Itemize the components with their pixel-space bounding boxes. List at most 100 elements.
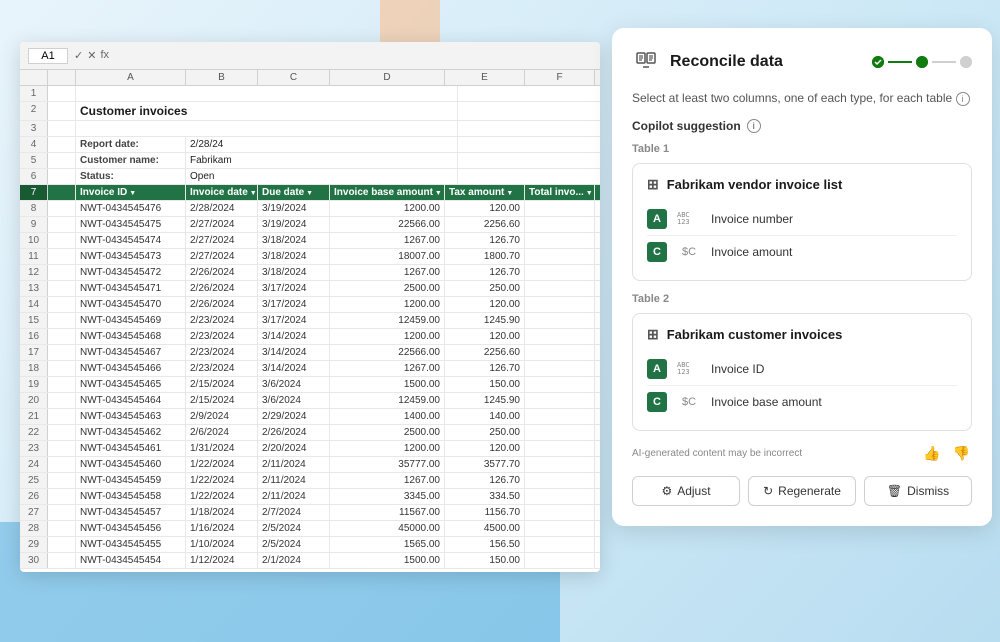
field-letter-a1: A: [647, 209, 667, 229]
step-2: [916, 56, 928, 68]
reconcile-icon: [632, 48, 660, 76]
field-type-text-1: ABC123: [675, 209, 703, 228]
column-headers: A B C D E F: [20, 70, 600, 86]
report-date-value: 2/28/24: [186, 137, 458, 152]
copilot-info-icon[interactable]: i: [747, 119, 761, 133]
dismiss-icon: 🗑: [887, 484, 902, 498]
table1-field-1[interactable]: A ABC123 Invoice number: [647, 203, 957, 236]
table2-label: Table 2: [632, 293, 972, 305]
col-header-a[interactable]: A: [76, 70, 186, 85]
table1-label: Table 1: [632, 143, 972, 155]
table-row: 28NWT-04345454561/16/20242/5/202445000.0…: [20, 521, 600, 537]
table-row: 5 Customer name: Fabrikam: [20, 153, 600, 169]
panel-title-row: Reconcile data: [632, 48, 783, 76]
table-row: 26NWT-04345454581/22/20242/11/20243345.0…: [20, 489, 600, 505]
field-letter-c2: C: [647, 392, 667, 412]
table-row: 19NWT-04345454652/15/20243/6/20241500.00…: [20, 377, 600, 393]
panel-description: Select at least two columns, one of each…: [632, 90, 972, 107]
copilot-suggestion-label: Copilot suggestion i: [632, 119, 972, 133]
table-row: 3: [20, 121, 600, 137]
adjust-icon: ⚙: [661, 484, 672, 498]
svg-text:123: 123: [677, 218, 690, 225]
svg-text:123: 123: [677, 368, 690, 375]
cross-icon[interactable]: ✕: [87, 49, 96, 62]
field-type-currency-2: $C: [675, 396, 703, 408]
table-row: 25NWT-04345454591/22/20242/11/20241267.0…: [20, 473, 600, 489]
table-row: 11NWT-04345454732/27/20243/18/202418007.…: [20, 249, 600, 265]
table-row: 6 Status: Open: [20, 169, 600, 185]
customer-value: Fabrikam: [186, 153, 458, 168]
panel-header: Reconcile data: [632, 48, 972, 76]
thumbs-down-button[interactable]: 👎: [951, 443, 972, 464]
table2-card: ⊞ Fabrikam customer invoices A ABC123 In…: [632, 313, 972, 431]
regenerate-button[interactable]: ↻ Regenerate: [748, 476, 856, 506]
col-header-f[interactable]: F: [525, 70, 595, 85]
step-line-1: [888, 61, 912, 63]
excel-toolbar: A1 ✓ ✕ fx: [20, 42, 600, 70]
step-line-2: [932, 61, 956, 63]
grid-container: 1 2 Customer invoices 3 4 Report date: 2…: [20, 86, 600, 569]
progress-steps: [872, 56, 972, 68]
table2-field2-name: Invoice base amount: [711, 395, 822, 409]
thumbs-up-button[interactable]: 👍: [921, 443, 942, 464]
ai-disclaimer: AI-generated content may be incorrect: [632, 448, 802, 459]
action-buttons: ⚙ Adjust ↻ Regenerate 🗑 Dismiss: [632, 476, 972, 506]
table1-icon: ⊞: [647, 176, 659, 193]
table1-title: ⊞ Fabrikam vendor invoice list: [647, 176, 957, 193]
reconcile-panel: Reconcile data Select at least two colum…: [612, 28, 992, 526]
table2-title: ⊞ Fabrikam customer invoices: [647, 326, 957, 343]
formula-input[interactable]: [115, 50, 592, 62]
col-header-b[interactable]: B: [186, 70, 258, 85]
spreadsheet: A1 ✓ ✕ fx A B C D E F 1 2 Customer invoi…: [20, 42, 600, 572]
dismiss-button[interactable]: 🗑 Dismiss: [864, 476, 972, 506]
table1-field-2[interactable]: C $C Invoice amount: [647, 236, 957, 268]
table-row: 27NWT-04345454571/18/20242/7/202411567.0…: [20, 505, 600, 521]
col-header-d[interactable]: D: [330, 70, 445, 85]
formula-icon: fx: [100, 49, 109, 62]
checkmark-icon[interactable]: ✓: [74, 49, 83, 62]
step-3: [960, 56, 972, 68]
table1-card: ⊞ Fabrikam vendor invoice list A ABC123 …: [632, 163, 972, 281]
regenerate-icon: ↻: [763, 484, 773, 498]
spreadsheet-title: Customer invoices: [76, 102, 458, 120]
table-row: 9NWT-04345454752/27/20243/19/202422566.0…: [20, 217, 600, 233]
row-num-header: [20, 70, 48, 85]
table-row: 15NWT-04345454692/23/20243/17/202412459.…: [20, 313, 600, 329]
field-type-text-2: ABC123: [675, 359, 703, 378]
table-row: 16NWT-04345454682/23/20243/14/20241200.0…: [20, 329, 600, 345]
table-row: 24NWT-04345454601/22/20242/11/202435777.…: [20, 457, 600, 473]
table-row: 29NWT-04345454551/10/20242/5/20241565.00…: [20, 537, 600, 553]
table-row: 23NWT-04345454611/31/20242/20/20241200.0…: [20, 441, 600, 457]
table-row: 1: [20, 86, 600, 102]
report-date-label: Report date:: [76, 137, 186, 152]
step-1: [872, 56, 884, 68]
status-value: Open: [186, 169, 458, 184]
field-type-currency-1: $C: [675, 246, 703, 258]
adjust-button[interactable]: ⚙ Adjust: [632, 476, 740, 506]
description-info-icon[interactable]: i: [956, 92, 970, 106]
panel-title: Reconcile data: [670, 53, 783, 71]
table-row: 2 Customer invoices: [20, 102, 600, 121]
table-row: 13NWT-04345454712/26/20243/17/20242500.0…: [20, 281, 600, 297]
table2-field-2[interactable]: C $C Invoice base amount: [647, 386, 957, 418]
table-row: 30NWT-04345454541/12/20242/1/20241500.00…: [20, 553, 600, 569]
col-header-c[interactable]: C: [258, 70, 330, 85]
table-row: 20NWT-04345454642/15/20243/6/202412459.0…: [20, 393, 600, 409]
cell-reference[interactable]: A1: [28, 48, 68, 64]
table-row: 22NWT-04345454622/6/20242/26/20242500.00…: [20, 425, 600, 441]
table-row: 21NWT-04345454632/9/20242/29/20241400.00…: [20, 409, 600, 425]
table-row: 18NWT-04345454662/23/20243/14/20241267.0…: [20, 361, 600, 377]
feedback-icons: 👍 👎: [921, 443, 972, 464]
field-letter-a2: A: [647, 359, 667, 379]
table-row: 17NWT-04345454672/23/20243/14/202422566.…: [20, 345, 600, 361]
table2-field1-name: Invoice ID: [711, 362, 764, 376]
status-label: Status:: [76, 169, 186, 184]
col-header-e[interactable]: E: [445, 70, 525, 85]
table-row: 7 Invoice ID Invoice date Due date Invoi…: [20, 185, 600, 201]
table-row: 10NWT-04345454742/27/20243/18/20241267.0…: [20, 233, 600, 249]
customer-label: Customer name:: [76, 153, 186, 168]
table2-icon: ⊞: [647, 326, 659, 343]
field-letter-c1: C: [647, 242, 667, 262]
table-row: 8NWT-04345454762/28/20243/19/20241200.00…: [20, 201, 600, 217]
table2-field-1[interactable]: A ABC123 Invoice ID: [647, 353, 957, 386]
